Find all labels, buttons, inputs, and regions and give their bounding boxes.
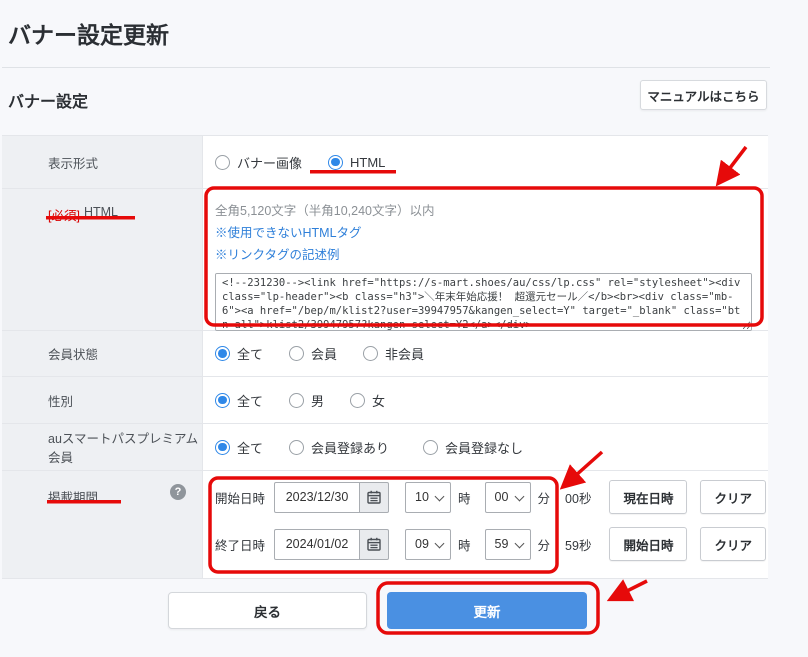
annotation-arrow-update — [613, 581, 647, 598]
section-title: バナー設定 — [8, 88, 88, 112]
start-datetime-label: 開始日時 — [215, 488, 265, 507]
radio-non-member-label: 非会員 — [385, 344, 424, 363]
radio-au-registered[interactable]: 会員登録あり — [289, 438, 389, 457]
end-hour-select-wrap: 09 — [405, 529, 451, 560]
row-gender: 性別 全て 男 女 — [2, 377, 768, 424]
divider — [2, 67, 770, 68]
radio-html[interactable]: HTML — [328, 155, 385, 170]
manual-button[interactable]: マニュアルはこちら — [640, 80, 767, 110]
end-calendar-button[interactable] — [360, 529, 389, 560]
end-hour-select[interactable]: 09 — [405, 529, 451, 560]
char-limit-hint: 全角5,120文字（半角10,240文字）以内 — [215, 200, 768, 219]
start-datetime-row: 開始日時 10 — [215, 480, 768, 514]
radio-checked-icon[interactable] — [215, 440, 230, 455]
start-calendar-button[interactable] — [360, 482, 389, 513]
au-smartpass-label: auスマートパスプレミアム会員 — [2, 424, 203, 470]
start-clear-button[interactable]: クリア — [700, 480, 766, 514]
au-smartpass-options: 全て 会員登録あり 会員登録なし — [203, 424, 768, 470]
row-au-smartpass: auスマートパスプレミアム会員 全て 会員登録あり 会員登録なし — [2, 424, 768, 471]
row-member-status: 会員状態 全て 会員 非会員 — [2, 331, 768, 377]
banner-settings-form: 表示形式 バナー画像 HTML [必須] HTML 全角5,120文字（半角10… — [2, 135, 768, 579]
radio-unchecked-icon[interactable] — [350, 393, 365, 408]
radio-au-unregistered[interactable]: 会員登録なし — [423, 438, 523, 457]
now-datetime-button[interactable]: 現在日時 — [609, 480, 687, 514]
html-label-text: HTML — [84, 205, 118, 219]
html-input-area: 全角5,120文字（半角10,240文字）以内 ※使用できないHTMLタグ ※リ… — [203, 189, 768, 330]
hour-unit: 時 — [458, 535, 471, 554]
row-period: 掲載期間 ? 開始日時 — [2, 471, 768, 579]
radio-banner-image-label: バナー画像 — [237, 153, 302, 172]
radio-unchecked-icon[interactable] — [289, 346, 304, 361]
calendar-icon — [367, 490, 381, 504]
radio-unchecked-icon[interactable] — [215, 155, 230, 170]
minute-unit: 分 — [538, 535, 551, 554]
radio-gender-male-label: 男 — [311, 391, 324, 410]
period-label: 掲載期間 — [48, 487, 98, 506]
radio-gender-male[interactable]: 男 — [289, 391, 324, 410]
radio-au-all[interactable]: 全て — [215, 438, 263, 457]
end-date-input[interactable] — [274, 529, 360, 560]
required-badge: [必須] — [48, 205, 80, 224]
banner-settings-page: バナー設定更新 バナー設定 マニュアルはこちら 表示形式 バナー画像 HTML … — [0, 0, 808, 657]
radio-unchecked-icon[interactable] — [423, 440, 438, 455]
back-button[interactable]: 戻る — [168, 592, 367, 629]
member-status-options: 全て 会員 非会員 — [203, 331, 768, 376]
help-icon[interactable]: ? — [170, 484, 186, 500]
start-seconds: 00秒 — [565, 488, 591, 507]
radio-html-label: HTML — [350, 155, 385, 170]
start-minute-select[interactable]: 00 — [485, 482, 531, 513]
update-button[interactable]: 更新 — [387, 592, 587, 629]
page-title: バナー設定更新 — [8, 16, 169, 50]
radio-checked-icon[interactable] — [215, 393, 230, 408]
radio-au-unregistered-label: 会員登録なし — [445, 438, 523, 457]
member-status-label: 会員状態 — [2, 331, 203, 376]
start-hour-select-wrap: 10 — [405, 482, 451, 513]
end-datetime-row: 終了日時 09 — [215, 527, 768, 561]
disallowed-tags-link[interactable]: ※使用できないHTMLタグ — [215, 222, 768, 241]
radio-checked-icon[interactable] — [215, 346, 230, 361]
radio-gender-female-label: 女 — [372, 391, 385, 410]
gender-options: 全て 男 女 — [203, 377, 768, 423]
end-datetime-label: 終了日時 — [215, 535, 265, 554]
end-seconds: 59秒 — [565, 535, 591, 554]
row-html: [必須] HTML 全角5,120文字（半角10,240文字）以内 ※使用できな… — [2, 189, 768, 331]
radio-non-member[interactable]: 非会員 — [363, 344, 424, 363]
radio-gender-female[interactable]: 女 — [350, 391, 385, 410]
end-minute-select-wrap: 59 — [485, 529, 531, 560]
radio-unchecked-icon[interactable] — [289, 393, 304, 408]
link-tag-example-link[interactable]: ※リンクタグの記述例 — [215, 244, 768, 263]
display-format-options: バナー画像 HTML — [203, 136, 768, 188]
start-date-input[interactable] — [274, 482, 360, 513]
html-code-textarea[interactable]: <!--231230--><link href="https://s-mart.… — [215, 273, 752, 331]
calendar-icon — [367, 537, 381, 551]
minute-unit: 分 — [538, 488, 551, 507]
radio-member[interactable]: 会員 — [289, 344, 337, 363]
hour-unit: 時 — [458, 488, 471, 507]
period-inputs: 開始日時 10 — [203, 471, 768, 578]
period-label-cell: 掲載期間 ? — [2, 471, 203, 578]
radio-gender-all-label: 全て — [237, 391, 263, 410]
radio-banner-image[interactable]: バナー画像 — [215, 153, 302, 172]
gender-label: 性別 — [2, 377, 203, 423]
copy-start-datetime-button[interactable]: 開始日時 — [609, 527, 687, 561]
radio-member-label: 会員 — [311, 344, 337, 363]
start-minute-select-wrap: 00 — [485, 482, 531, 513]
html-label: [必須] HTML — [2, 189, 203, 330]
start-hour-select[interactable]: 10 — [405, 482, 451, 513]
end-clear-button[interactable]: クリア — [700, 527, 766, 561]
radio-member-all-label: 全て — [237, 344, 263, 363]
radio-member-all[interactable]: 全て — [215, 344, 263, 363]
radio-checked-icon[interactable] — [328, 155, 343, 170]
row-display-format: 表示形式 バナー画像 HTML — [2, 136, 768, 189]
radio-au-all-label: 全て — [237, 438, 263, 457]
radio-unchecked-icon[interactable] — [363, 346, 378, 361]
radio-au-registered-label: 会員登録あり — [311, 438, 389, 457]
radio-gender-all[interactable]: 全て — [215, 391, 263, 410]
display-format-label: 表示形式 — [2, 136, 203, 188]
radio-unchecked-icon[interactable] — [289, 440, 304, 455]
end-minute-select[interactable]: 59 — [485, 529, 531, 560]
